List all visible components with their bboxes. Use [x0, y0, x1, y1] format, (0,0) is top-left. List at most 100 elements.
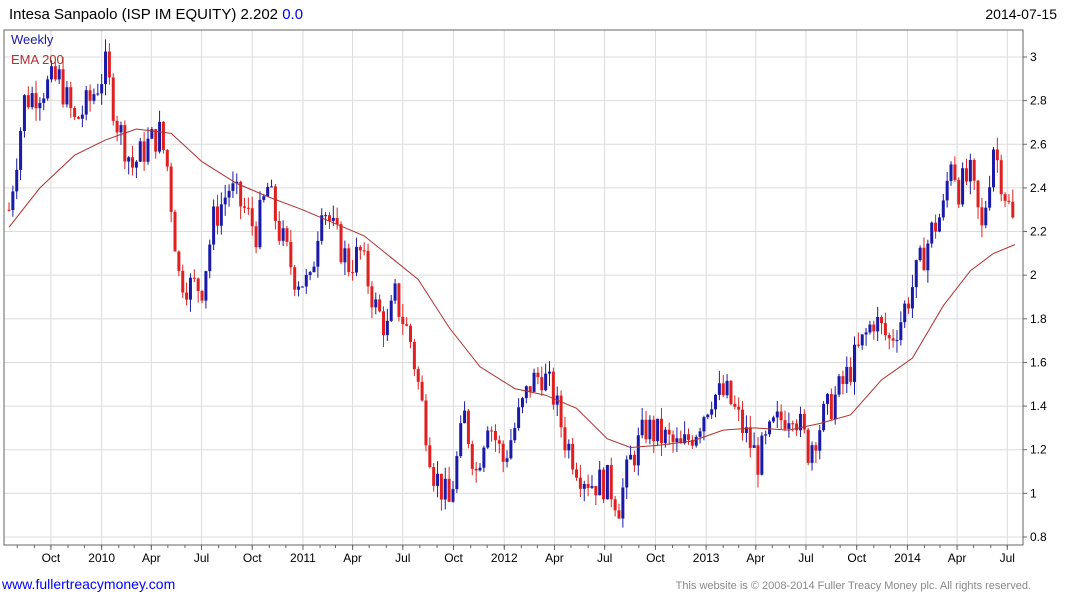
- candle-body: [80, 114, 84, 119]
- candle-body: [192, 277, 196, 279]
- candle-body: [559, 395, 563, 428]
- candle-body: [548, 371, 552, 374]
- candle-body: [771, 417, 775, 422]
- candle-body: [887, 335, 891, 339]
- candle-body: [686, 434, 690, 440]
- candle-body: [119, 125, 123, 133]
- x-tick-label: Jul: [798, 551, 813, 565]
- candle-body: [725, 380, 729, 396]
- x-tick-label: Apr: [746, 551, 765, 565]
- candle-body: [667, 429, 671, 435]
- y-tick-label: 1.2: [1030, 443, 1047, 457]
- candle-body: [312, 266, 316, 273]
- candle-body: [856, 344, 860, 346]
- x-axis: Oct 2010 Apr Jul Oct 2011 Apr Jul Oct 2012 Apr Jul O…: [16, 545, 1015, 565]
- candle-body: [733, 403, 737, 407]
- legend-ema-200: EMA 200: [11, 52, 64, 67]
- candle-body: [663, 429, 667, 444]
- candle-body: [22, 95, 26, 132]
- candle-body: [231, 183, 235, 191]
- candle-body: [551, 371, 555, 405]
- candle-body: [702, 417, 706, 432]
- candle-body: [787, 423, 791, 429]
- candle-body: [910, 287, 914, 309]
- candle-body: [806, 429, 810, 463]
- x-tick-label: Oct: [646, 551, 665, 565]
- x-tick-label: Jul: [1000, 551, 1015, 565]
- candle-body: [439, 473, 443, 500]
- candle-body: [188, 277, 192, 300]
- candle-body: [73, 107, 77, 118]
- candle-body: [65, 87, 69, 105]
- candle-body: [134, 161, 138, 168]
- candle-body: [246, 207, 250, 209]
- candle-body: [829, 393, 833, 419]
- y-tick-label: 1.8: [1030, 312, 1047, 326]
- candle-body: [575, 469, 579, 478]
- x-tick-label: 2010: [88, 551, 115, 565]
- candle-body: [92, 94, 96, 101]
- candle-body: [656, 418, 660, 442]
- y-tick-label: 2.2: [1030, 225, 1047, 239]
- candle-body: [76, 117, 80, 119]
- candle-body: [127, 157, 131, 162]
- candle-body: [378, 299, 382, 312]
- site-link[interactable]: www.fullertreacymoney.com: [2, 576, 175, 592]
- candle-body: [934, 222, 938, 232]
- y-tick-label: 3: [1030, 50, 1037, 64]
- candle-body: [42, 98, 46, 103]
- candle-body: [1007, 200, 1011, 202]
- candle-body: [768, 421, 772, 435]
- x-tick-label: Jul: [395, 551, 410, 565]
- candle-body: [741, 409, 745, 433]
- candle-body: [493, 430, 497, 441]
- candle-body: [397, 283, 401, 317]
- copyright-notice: This website is © 2008-2014 Fuller Treac…: [675, 580, 1031, 592]
- candle-body: [215, 206, 219, 226]
- candle-body: [331, 218, 335, 221]
- candle-body: [841, 376, 845, 384]
- candle-body: [706, 414, 710, 418]
- candle-body: [721, 383, 725, 396]
- candle-body: [540, 377, 544, 391]
- candle-body: [196, 278, 200, 292]
- candle-body: [300, 286, 304, 288]
- candle-body: [571, 443, 575, 470]
- y-tick-label: 2.6: [1030, 137, 1047, 151]
- candle-body: [158, 121, 162, 152]
- candle-body: [605, 465, 609, 500]
- candle-body: [752, 445, 756, 448]
- candle-body: [447, 478, 451, 502]
- candle-body: [880, 316, 884, 324]
- candle-body: [374, 299, 378, 308]
- candle-body: [520, 398, 524, 408]
- candle-body: [984, 207, 988, 226]
- candle-body: [343, 248, 347, 263]
- candle-body: [964, 168, 968, 182]
- candle-body: [764, 434, 768, 436]
- candle-body: [258, 199, 262, 248]
- candle-body: [505, 458, 509, 462]
- candle-body: [837, 376, 841, 395]
- candle-body: [748, 427, 752, 448]
- candle-body: [918, 247, 922, 261]
- candle-body: [84, 90, 88, 115]
- candle-body: [567, 443, 571, 451]
- candlestick-series: [7, 39, 1015, 528]
- candle-body: [146, 138, 150, 162]
- candle-body: [482, 447, 486, 468]
- candle-body: [756, 445, 760, 475]
- x-tick-label: 2014: [894, 551, 921, 565]
- candle-body: [131, 157, 135, 168]
- candle-body: [34, 93, 38, 109]
- x-tick-label: 2012: [491, 551, 518, 565]
- candle-body: [250, 208, 254, 227]
- candle-body: [266, 186, 270, 197]
- candle-body: [783, 420, 787, 429]
- candle-body: [926, 243, 930, 271]
- candle-body: [899, 322, 903, 341]
- candle-body: [563, 427, 567, 451]
- candle-body: [1011, 201, 1015, 218]
- candle-body: [486, 430, 490, 448]
- y-tick-label: 2.4: [1030, 181, 1047, 195]
